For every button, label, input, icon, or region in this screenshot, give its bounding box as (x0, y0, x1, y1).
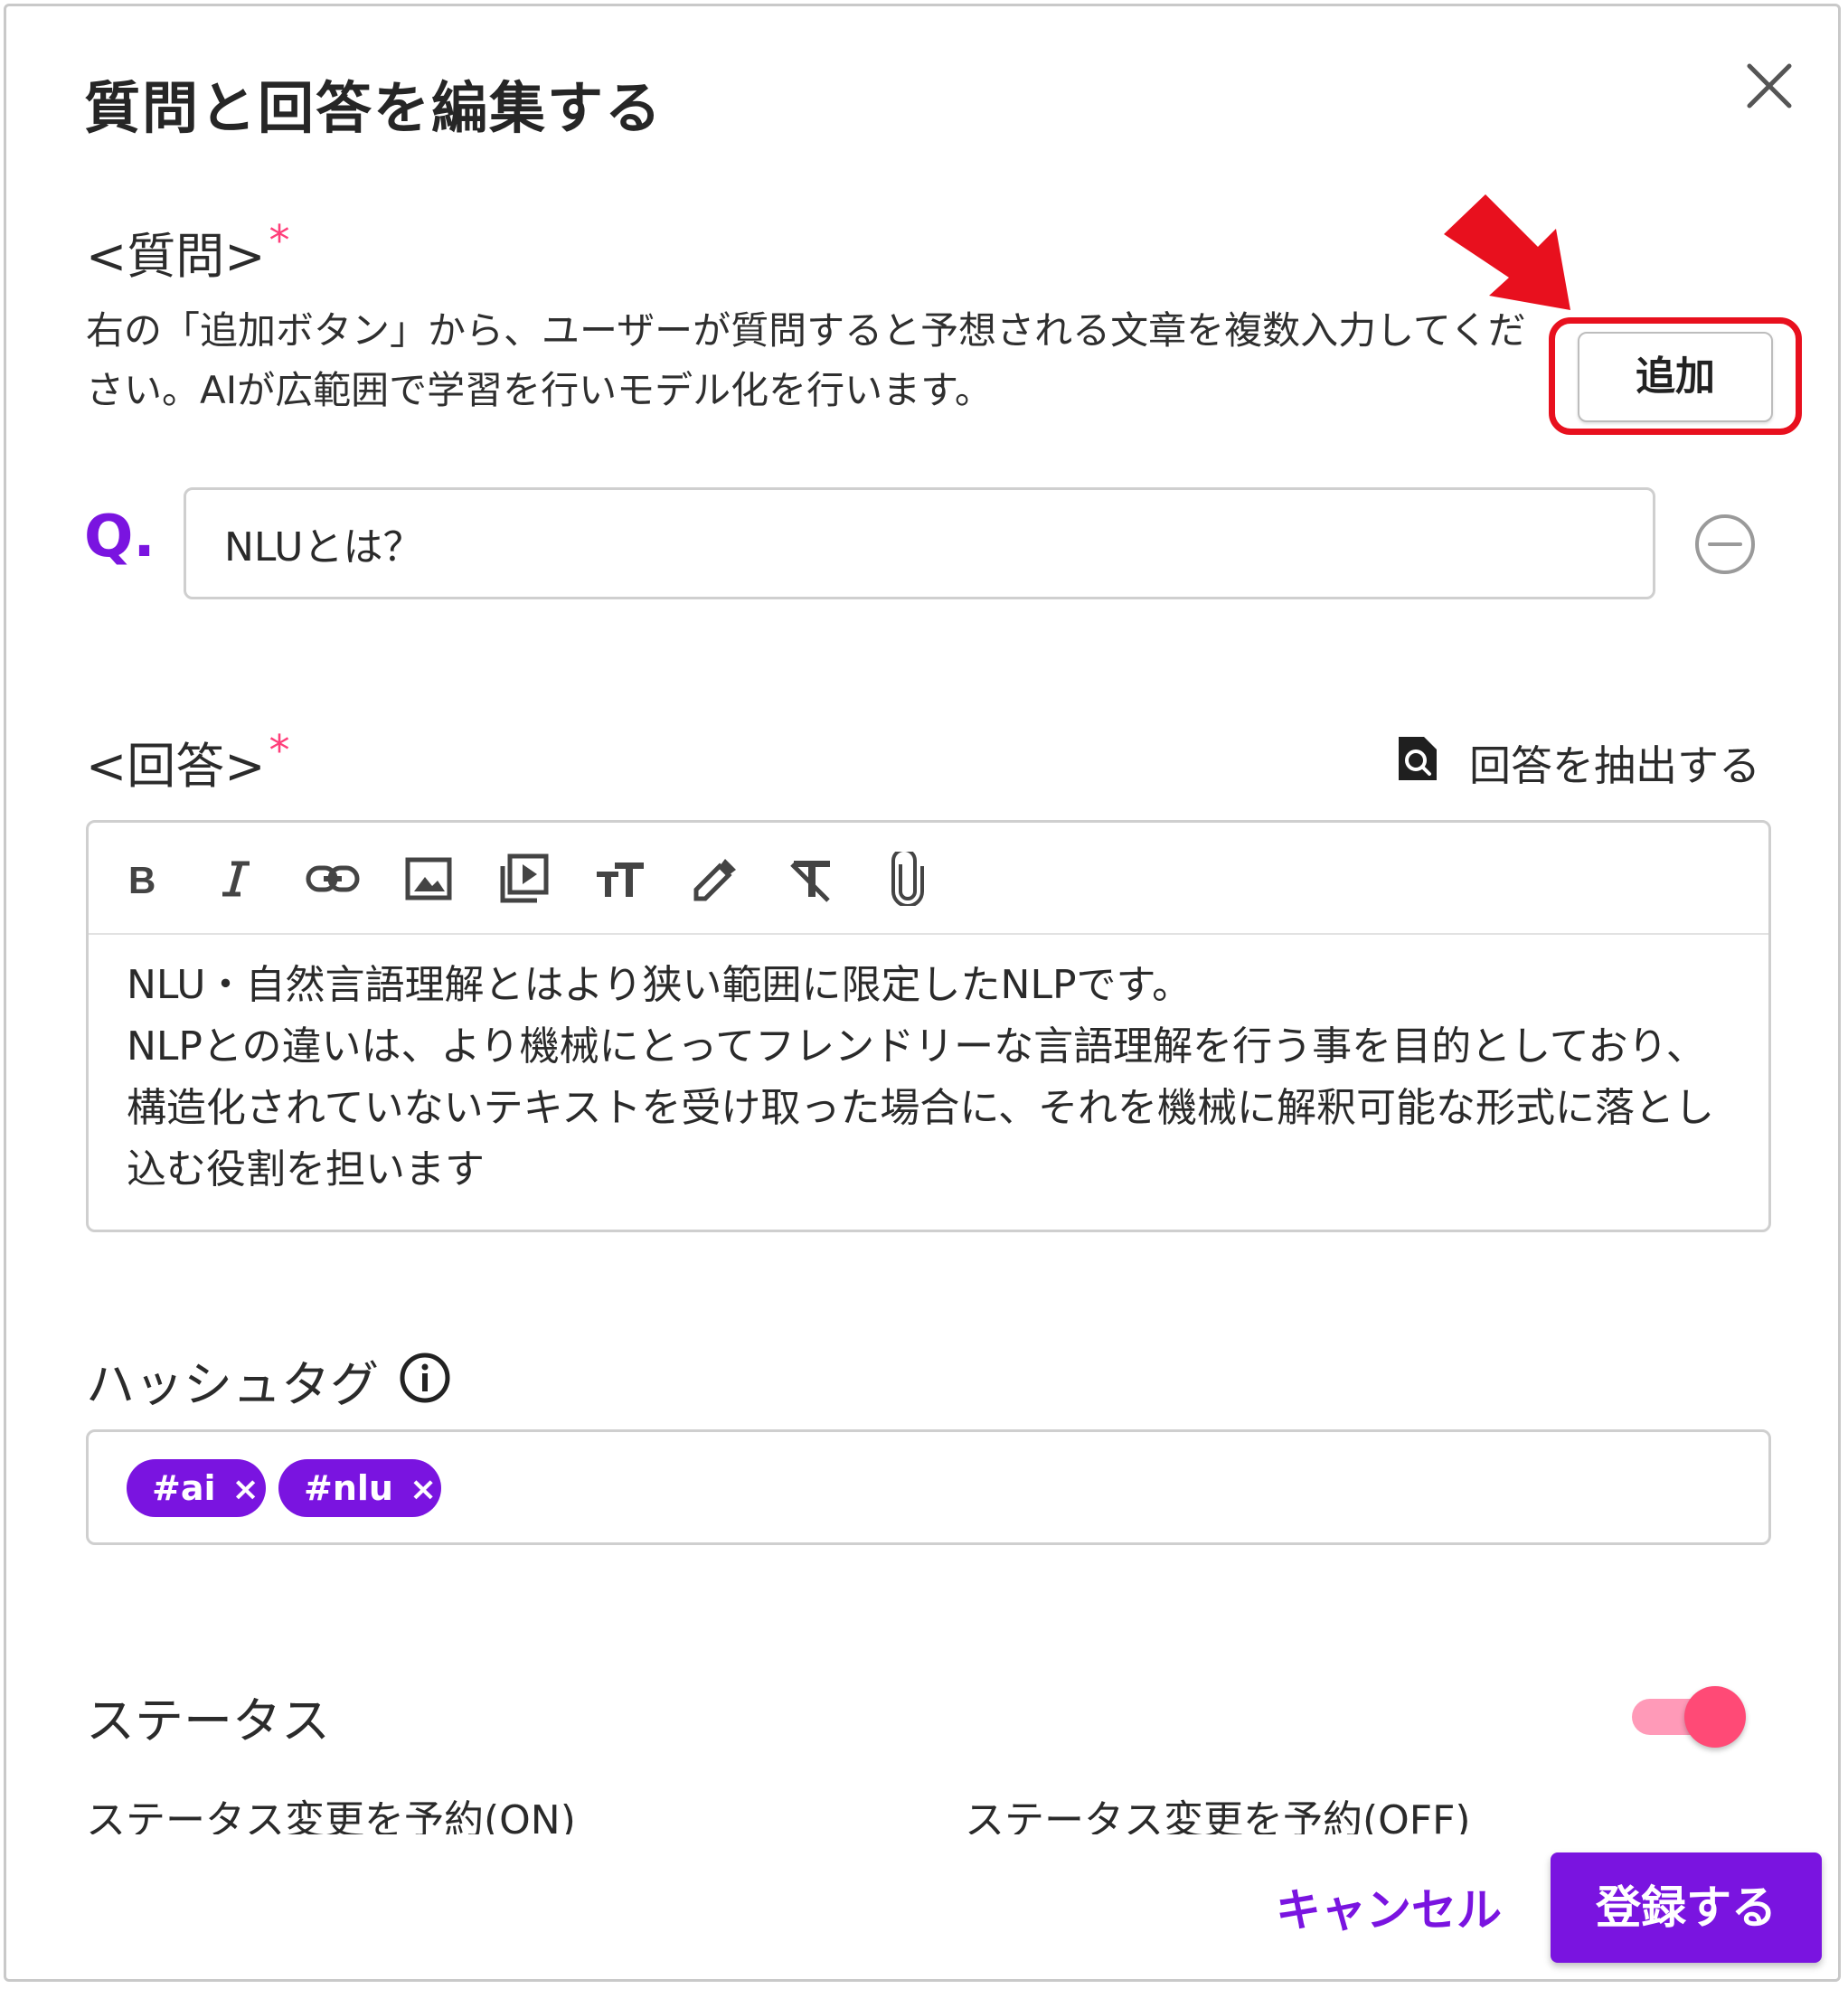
video-icon[interactable] (497, 852, 552, 906)
document-search-icon[interactable] (1395, 733, 1440, 784)
hashtag-text: #nlu (304, 1468, 393, 1508)
dialog-title: 質問と回答を編集する (84, 75, 664, 141)
schedule-off-label[interactable]: ステータス変更を予約(OFF) (965, 1787, 1471, 1834)
svg-text:B: B (128, 859, 156, 899)
schedule-on-label[interactable]: ステータス変更を予約(ON) (86, 1787, 576, 1834)
color-picker-icon[interactable] (689, 852, 743, 906)
question-section-label: <質問>* (86, 216, 290, 288)
required-mark: * (269, 726, 290, 775)
answer-label-text: <回答> (86, 738, 266, 795)
extract-answer-link[interactable]: 回答を抽出する (1469, 733, 1760, 793)
remove-tag-icon[interactable]: × (410, 1471, 437, 1508)
question-input[interactable] (184, 487, 1655, 599)
edit-qa-dialog: 質問と回答を編集する <質問>* 右の「追加ボタン」から、ユーザーが質問すると予… (4, 4, 1841, 1982)
italic-icon[interactable] (210, 852, 264, 906)
remove-tag-icon[interactable]: × (232, 1471, 259, 1508)
question-label-text: <質問> (86, 228, 266, 285)
toggle-knob (1684, 1686, 1746, 1748)
bold-icon[interactable]: B (114, 852, 168, 906)
clear-format-icon[interactable] (785, 852, 839, 906)
close-icon[interactable] (1742, 59, 1796, 113)
question-prefix: Q. (84, 504, 156, 570)
text-size-icon[interactable] (593, 852, 647, 906)
hashtag-chip: #nlu × (278, 1459, 441, 1517)
image-icon[interactable] (401, 852, 456, 906)
answer-text[interactable]: NLU・自然言語理解とはより狭い範囲に限定したNLPです。 NLPとの違いは、よ… (127, 955, 1736, 1201)
hashtag-input[interactable]: #ai × #nlu × (86, 1429, 1771, 1545)
answer-section-label: <回答>* (86, 726, 290, 797)
cancel-button[interactable]: キャンセル (1276, 1874, 1502, 1939)
add-question-button[interactable]: 追加 (1578, 332, 1773, 422)
editor-toolbar: B (89, 823, 1768, 935)
link-icon[interactable] (306, 852, 360, 906)
red-arrow-icon (1444, 194, 1570, 310)
question-description: 右の「追加ボタン」から、ユーザーが質問すると予想される文章を複数入力してください… (86, 308, 1526, 412)
hashtag-chip: #ai × (127, 1459, 266, 1517)
hashtag-label: ハッシュタグ (86, 1356, 379, 1413)
status-toggle[interactable] (1632, 1684, 1749, 1751)
hashtag-text: #ai (152, 1468, 216, 1508)
required-mark: * (269, 216, 290, 265)
info-icon[interactable] (399, 1352, 451, 1404)
status-label: ステータス (86, 1692, 330, 1749)
remove-question-icon[interactable] (1693, 513, 1757, 576)
attachment-icon[interactable] (881, 852, 935, 906)
answer-editor: B NLU・自然言語理解とはより狭い範囲に限定したNLPです。 NLPとの違いは… (86, 820, 1771, 1232)
submit-button[interactable]: 登録する (1551, 1852, 1822, 1963)
